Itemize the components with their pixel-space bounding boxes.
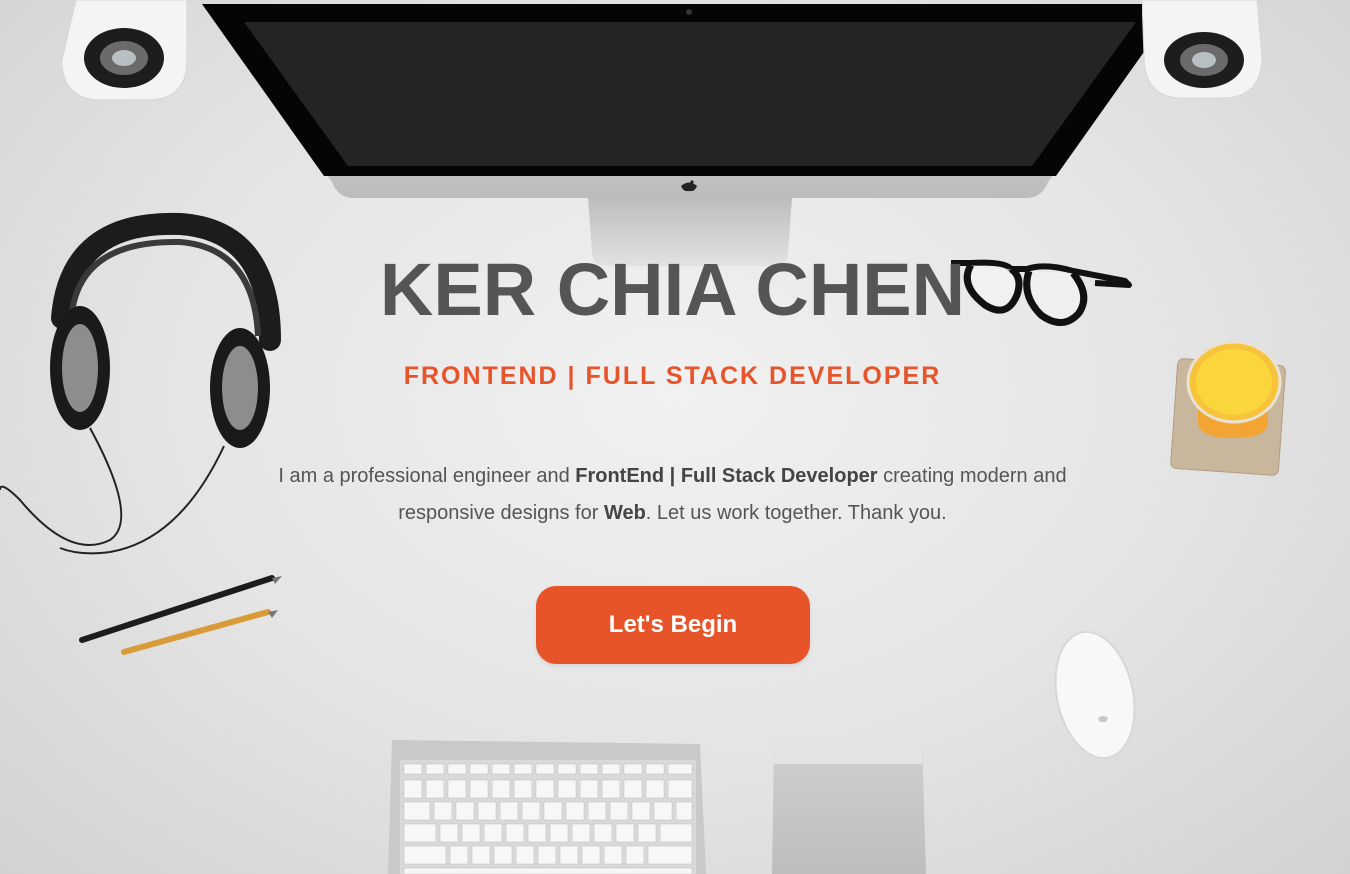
- hero-section: KER CHIA CHEN FRONTEND | FULL STACK DEVE…: [0, 0, 1350, 874]
- imac-image: [202, 4, 1178, 266]
- intro-text-part1: I am a professional engineer and: [278, 465, 576, 487]
- mouse-image: [1054, 630, 1136, 760]
- trackpad-image: [772, 742, 926, 874]
- intro-role-highlight: FrontEnd | Full Stack Developer: [575, 465, 878, 487]
- intro-web-highlight: Web: [603, 502, 646, 524]
- lets-begin-button[interactable]: Let's Begin: [536, 586, 810, 664]
- speaker-left-image: [62, 0, 188, 101]
- pencils-image: [79, 575, 282, 655]
- intro-paragraph: I am a professional engineer and FrontEn…: [250, 458, 1095, 532]
- keyboard-image: [388, 740, 706, 874]
- intro-text-part3: . Let us work together. Thank you.: [645, 502, 947, 524]
- developer-name-heading: KER CHIA CHEN: [379, 248, 966, 331]
- role-subtitle: FRONTEND | FULL STACK DEVELOPER: [403, 362, 942, 390]
- speaker-right-image: [1142, 0, 1263, 99]
